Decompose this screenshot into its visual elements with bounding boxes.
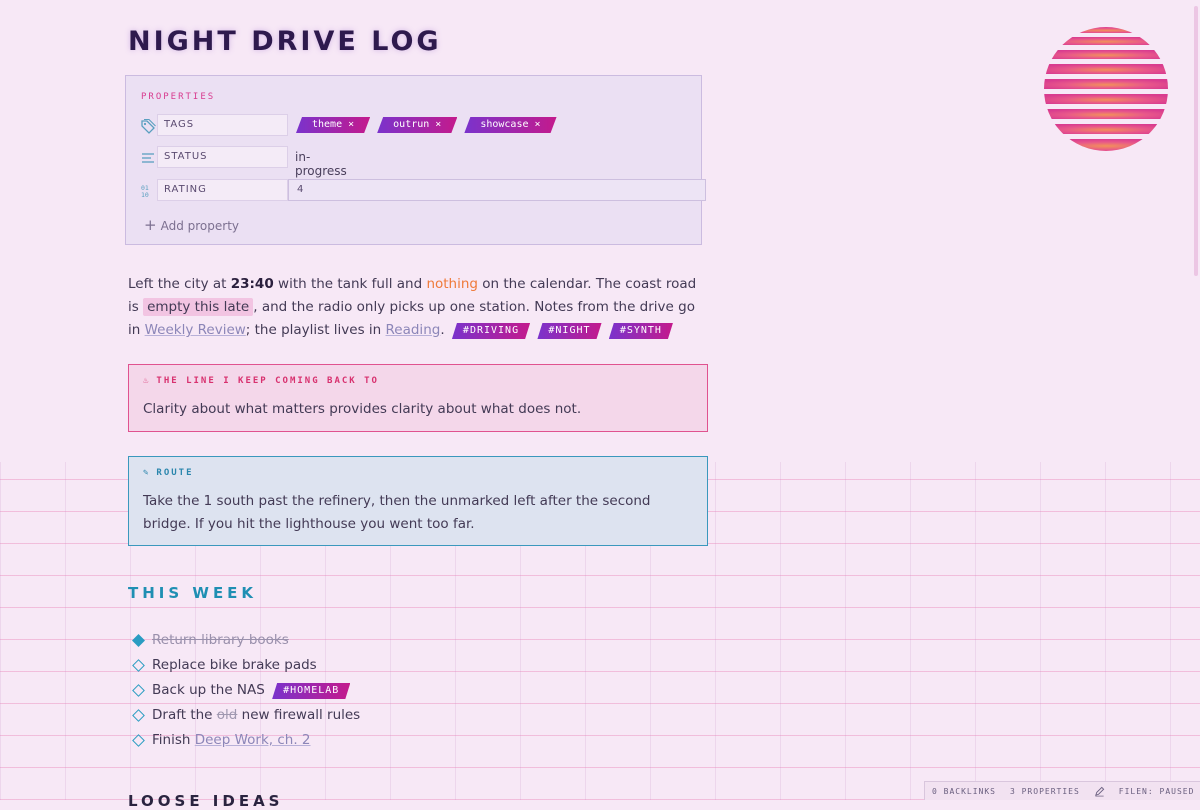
property-key-rating[interactable]: RATING (157, 179, 288, 201)
tag-chip-outrun[interactable]: outrun × (377, 117, 457, 133)
struck-word: old (216, 707, 238, 723)
tag-list: theme × outrun × showcase × (296, 117, 557, 133)
quote-callout: ♨ THE LINE I KEEP COMING BACK TO Clarity … (128, 364, 708, 432)
callout-body: Clarity about what matters provides clar… (143, 401, 582, 417)
section-heading-this-week: THIS WEEK (128, 584, 258, 602)
task-item: Draft the old new firewall rules (132, 703, 360, 728)
tag-icon (141, 118, 156, 134)
task-item: Return library books (132, 628, 360, 653)
task-text: Back up the NAS (152, 682, 270, 698)
backlinks-count[interactable]: 0 BACKLINKS (932, 787, 996, 796)
callout-body: Take the 1 south past the refinery, then… (143, 493, 651, 532)
plus-icon: + (144, 216, 157, 234)
hashtag-homelab[interactable]: #HOMELAB (272, 683, 350, 699)
hashtag-night[interactable]: #NIGHT (537, 323, 601, 339)
property-key-status[interactable]: STATUS (157, 146, 288, 168)
body-paragraph: Left the city at 23:40 with the tank ful… (128, 273, 708, 342)
retro-sun-logo (1044, 27, 1168, 151)
svg-text:10: 10 (141, 191, 149, 199)
paragraph-text: Left the city at (128, 276, 231, 292)
properties-panel: PROPERTIES TAGS theme × outrun × showcas… (125, 75, 706, 245)
callout-title-text: THE LINE I KEEP COMING BACK TO (156, 376, 379, 386)
task-text: new firewall rules (237, 707, 361, 723)
task-item: Replace bike brake pads (132, 653, 360, 678)
link-deep-work[interactable]: Deep Work, ch. 2 (195, 732, 311, 748)
scrollbar[interactable] (1192, 0, 1200, 800)
task-text: Draft the (152, 707, 217, 723)
tag-chip-theme[interactable]: theme × (296, 117, 370, 133)
pen-icon[interactable] (1094, 786, 1105, 797)
scrollbar-thumb[interactable] (1194, 6, 1198, 276)
task-item: Back up the NAS #HOMELAB (132, 678, 360, 703)
section-heading-loose-ideas: LOOSE IDEAS (128, 792, 284, 810)
property-key-tags[interactable]: TAGS (157, 114, 288, 136)
task-text: Replace bike brake pads (152, 657, 317, 673)
property-value-status[interactable]: in-progress (295, 150, 347, 178)
task-text: Finish (152, 732, 195, 748)
link-reading[interactable]: Reading (386, 322, 441, 338)
properties-count[interactable]: 3 PROPERTIES (1010, 787, 1080, 796)
add-property-button[interactable]: + Add property (144, 216, 239, 234)
task-checkbox[interactable] (132, 659, 145, 672)
text-highlight: empty this late (143, 298, 254, 316)
pencil-icon: ✎ (143, 468, 151, 478)
task-item: Finish Deep Work, ch. 2 (132, 728, 360, 753)
sync-status[interactable]: FILEN: PAUSED (1119, 787, 1195, 796)
hashtag-driving[interactable]: #DRIVING (452, 323, 530, 339)
flame-icon: ♨ (143, 376, 151, 386)
time-bold: 23:40 (230, 276, 274, 292)
tag-chip-showcase[interactable]: showcase × (464, 117, 556, 133)
task-checkbox[interactable] (132, 734, 145, 747)
link-weekly-review[interactable]: Weekly Review (145, 322, 246, 338)
paragraph-text: with the tank full and (273, 276, 427, 292)
task-checkbox[interactable] (132, 684, 145, 697)
number-icon: 01 10 (141, 184, 149, 199)
highlighted-word: nothing (426, 276, 478, 292)
note-title[interactable]: NIGHT DRIVE LOG (128, 26, 442, 57)
status-bar: 0 BACKLINKS 3 PROPERTIES FILEN: PAUSED (924, 781, 1200, 800)
task-checkbox[interactable] (132, 709, 145, 722)
route-callout: ✎ ROUTE Take the 1 south past the refiner… (128, 456, 708, 546)
callout-title-text: ROUTE (156, 468, 194, 478)
callout-title: ✎ ROUTE (143, 468, 194, 478)
callout-title: ♨ THE LINE I KEEP COMING BACK TO (143, 376, 379, 386)
add-property-label: Add property (160, 219, 239, 233)
text-lines-icon (142, 153, 154, 163)
task-list: Return library books Replace bike brake … (132, 628, 360, 753)
hashtag-synth[interactable]: #SYNTH (609, 323, 673, 339)
paragraph-text: ; the playlist lives in (245, 322, 386, 338)
task-text: Return library books (152, 632, 289, 648)
paragraph-text: . (440, 322, 445, 338)
task-checkbox[interactable] (132, 634, 145, 647)
properties-heading: PROPERTIES (141, 92, 216, 102)
property-value-rating-input[interactable]: 4 (288, 179, 706, 201)
